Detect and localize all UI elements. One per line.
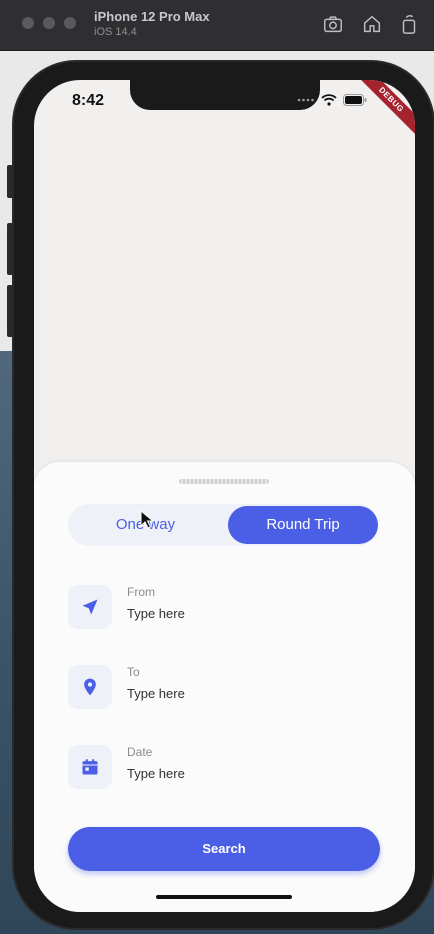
signal-icon (297, 98, 314, 102)
wifi-icon (321, 94, 337, 106)
camera-icon[interactable] (322, 13, 344, 35)
simulator-device-name: iPhone 12 Pro Max (94, 9, 210, 24)
window-minimize-button[interactable] (43, 17, 55, 29)
trip-type-toggle: One way Round Trip (68, 504, 378, 546)
volume-down-button (7, 285, 14, 337)
date-field: Date (68, 745, 368, 791)
bottom-sheet: One way Round Trip From To (34, 462, 415, 912)
status-time: 8:42 (72, 92, 105, 109)
date-input[interactable] (127, 763, 357, 783)
from-label: From (127, 585, 155, 599)
calendar-icon (68, 745, 112, 789)
to-input[interactable] (127, 683, 357, 703)
home-indicator (156, 895, 292, 899)
round-trip-option[interactable]: Round Trip (228, 506, 378, 544)
simulator-title-bar: iPhone 12 Pro Max iOS 14.4 (0, 0, 434, 51)
location-pin-icon (68, 665, 112, 709)
mouse-cursor-icon (140, 510, 154, 529)
status-icons (297, 94, 367, 106)
sheet-drag-handle[interactable] (179, 479, 269, 484)
mute-switch (7, 165, 14, 198)
from-input[interactable] (127, 603, 357, 623)
volume-up-button (7, 223, 14, 275)
to-label: To (127, 665, 140, 679)
date-label: Date (127, 745, 153, 759)
home-icon[interactable] (361, 13, 383, 35)
app-screen: 8:42 DEBUG One way Round Trip From Type … (34, 80, 415, 912)
window-zoom-button[interactable] (64, 17, 76, 29)
rotate-icon[interactable] (398, 13, 420, 35)
simulator-os-version: iOS 14.4 (94, 26, 137, 38)
battery-icon (343, 94, 367, 106)
from-field: From (68, 585, 368, 631)
navigation-arrow-icon (68, 585, 112, 629)
search-button[interactable]: Search (68, 827, 380, 871)
notch (130, 80, 320, 110)
to-field: To (68, 665, 368, 711)
window-close-button[interactable] (22, 17, 34, 29)
